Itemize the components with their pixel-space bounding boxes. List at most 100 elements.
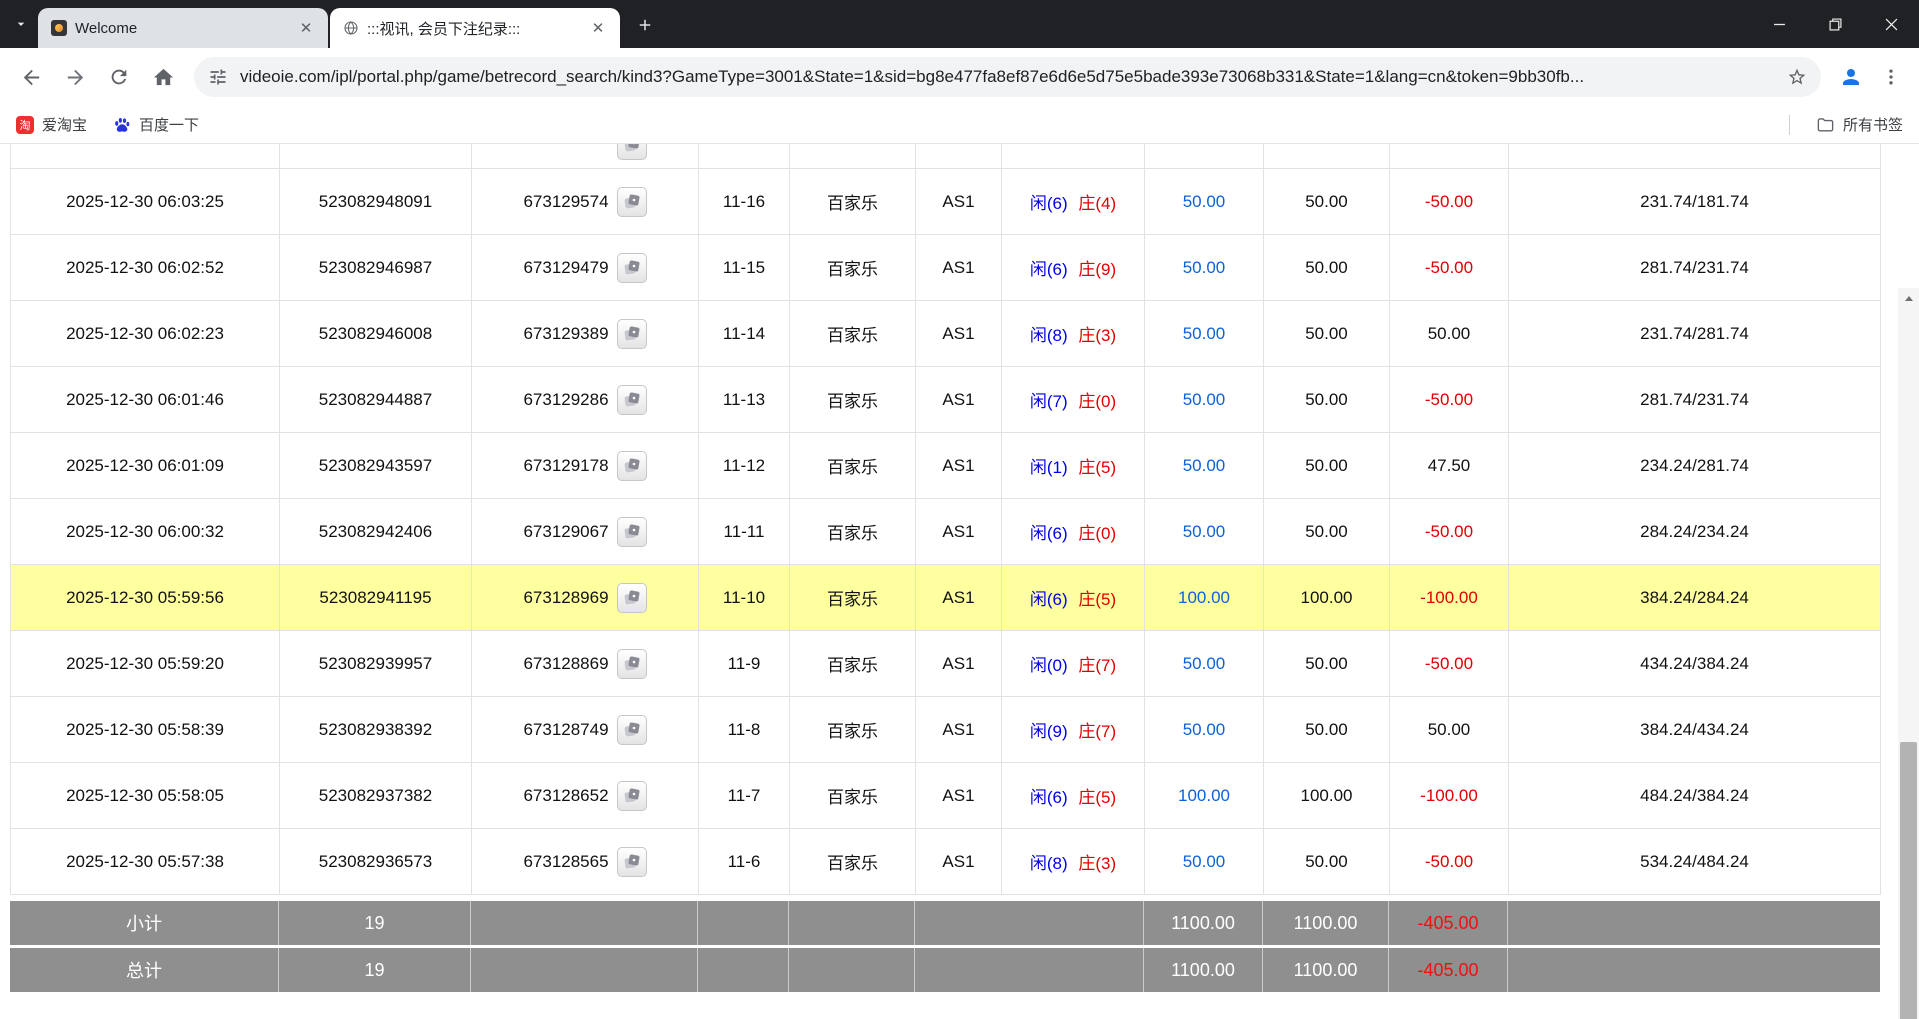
summary-row: 总计 19 1100.00 1100.00 -405.00 (10, 948, 1880, 992)
cell-bet-amount[interactable]: 100.00 (1145, 565, 1264, 631)
cell-round-label: 11-10 (699, 565, 790, 631)
partial-clipped-row (11, 144, 1881, 169)
cell-round-id: 673128565 (472, 829, 699, 895)
player-result: 闲(6) (1030, 788, 1068, 807)
plus-icon (636, 16, 654, 34)
cell-valid-amount: 50.00 (1264, 697, 1390, 763)
cell-order-id: 523082943597 (280, 433, 472, 499)
cell-round-label: 11-11 (699, 499, 790, 565)
close-window-button[interactable] (1863, 0, 1919, 48)
replay-dice-icon-button[interactable] (617, 517, 647, 547)
scrollbar-track[interactable] (1898, 310, 1919, 1019)
cell-bet-amount[interactable]: 50.00 (1145, 631, 1264, 697)
tab-title: Welcome (75, 20, 288, 37)
replay-dice-icon-button[interactable] (617, 781, 647, 811)
all-bookmarks-label: 所有书签 (1843, 114, 1903, 135)
cell-game-name: 百家乐 (790, 235, 916, 301)
cell-round-label: 11-13 (699, 367, 790, 433)
cell-game-name: 百家乐 (790, 565, 916, 631)
cell-valid-amount: 50.00 (1264, 169, 1390, 235)
cell-bet-amount[interactable]: 50.00 (1145, 169, 1264, 235)
all-bookmarks-button[interactable]: 所有书签 (1816, 114, 1903, 135)
player-result: 闲(6) (1030, 260, 1068, 279)
cell-result: 闲(6) 庄(0) (1002, 499, 1145, 565)
cell-order-id: 523082938392 (280, 697, 472, 763)
replay-dice-icon-button[interactable] (617, 649, 647, 679)
minimize-button[interactable] (1751, 0, 1807, 48)
replay-dice-icon-button[interactable] (617, 715, 647, 745)
cell-bet-amount[interactable]: 50.00 (1145, 235, 1264, 301)
round-number: 673129178 (523, 456, 608, 476)
bet-record-row: 2025-12-30 06:02:52 523082946987 6731294… (11, 235, 1881, 301)
cell-bet-amount[interactable]: 50.00 (1145, 829, 1264, 895)
replay-dice-icon-button[interactable] (617, 253, 647, 283)
bookmark-baidu[interactable]: 百度一下 (113, 114, 199, 135)
url-text: videoie.com/ipl/portal.php/game/betrecor… (240, 67, 1775, 87)
back-button[interactable] (10, 56, 52, 98)
bookmark-star-button[interactable] (1787, 67, 1807, 87)
scroll-up-arrow-icon[interactable] (1898, 288, 1919, 310)
scrollbar-thumb[interactable] (1900, 742, 1917, 1019)
bookmark-label: 爱淘宝 (42, 114, 87, 135)
replay-dice-icon-button[interactable] (617, 385, 647, 415)
tab-welcome[interactable]: Welcome ✕ (38, 8, 328, 48)
cell-table-name: AS1 (916, 169, 1002, 235)
tab-search-button[interactable] (4, 4, 38, 44)
cell-bet-time: 2025-12-30 06:02:23 (11, 301, 280, 367)
cell-bet-amount[interactable]: 50.00 (1145, 367, 1264, 433)
cell-round-label: 11-8 (699, 697, 790, 763)
cell-bet-time: 2025-12-30 06:03:25 (11, 169, 280, 235)
cell-game-name: 百家乐 (790, 367, 916, 433)
replay-dice-icon-button[interactable] (617, 144, 647, 160)
chevron-down-icon (13, 16, 29, 32)
cell-result: 闲(7) 庄(0) (1002, 367, 1145, 433)
cell-table-name: AS1 (916, 631, 1002, 697)
replay-dice-icon-button[interactable] (617, 451, 647, 481)
cell-table-name: AS1 (916, 499, 1002, 565)
banker-result: 庄(9) (1078, 260, 1116, 279)
round-number: 673128565 (523, 852, 608, 872)
player-result: 闲(0) (1030, 656, 1068, 675)
reload-icon (108, 66, 130, 88)
bet-record-row: 2025-12-30 06:03:25 523082948091 6731295… (11, 169, 1881, 235)
cell-bet-amount[interactable]: 50.00 (1145, 499, 1264, 565)
profile-avatar-button[interactable] (1831, 57, 1871, 97)
cell-bet-amount[interactable]: 100.00 (1145, 763, 1264, 829)
round-number: 673128652 (523, 786, 608, 806)
tab-close-icon[interactable]: ✕ (588, 18, 608, 38)
cell-round-id: 673129286 (472, 367, 699, 433)
round-number: 673129574 (523, 192, 608, 212)
reload-button[interactable] (98, 56, 140, 98)
vertical-scrollbar[interactable] (1898, 288, 1919, 1019)
dice-icon (623, 655, 641, 673)
banker-result: 庄(5) (1078, 590, 1116, 609)
new-tab-button[interactable] (628, 8, 662, 42)
restore-button[interactable] (1807, 0, 1863, 48)
tab-bet-records[interactable]: :::视讯, 会员下注纪录::: ✕ (330, 8, 620, 48)
navigation-toolbar: videoie.com/ipl/portal.php/game/betrecor… (0, 48, 1919, 106)
cell-table-name: AS1 (916, 235, 1002, 301)
bookmark-taobao[interactable]: 淘 爱淘宝 (16, 114, 87, 135)
folder-icon (1816, 115, 1835, 134)
cell-order-id: 523082941195 (280, 565, 472, 631)
cell-result: 闲(6) 庄(4) (1002, 169, 1145, 235)
forward-button[interactable] (54, 56, 96, 98)
dice-icon (623, 589, 641, 607)
cell-winloss: 50.00 (1390, 301, 1509, 367)
replay-dice-icon-button[interactable] (617, 319, 647, 349)
address-bar[interactable]: videoie.com/ipl/portal.php/game/betrecor… (194, 57, 1821, 97)
summary-winloss-total: -405.00 (1389, 901, 1508, 945)
tab-close-icon[interactable]: ✕ (296, 18, 316, 38)
cell-bet-amount[interactable]: 50.00 (1145, 301, 1264, 367)
home-button[interactable] (142, 56, 184, 98)
replay-dice-icon-button[interactable] (617, 187, 647, 217)
cell-valid-amount: 50.00 (1264, 829, 1390, 895)
player-result: 闲(6) (1030, 524, 1068, 543)
browser-menu-button[interactable] (1873, 57, 1909, 97)
cell-bet-amount[interactable]: 50.00 (1145, 433, 1264, 499)
cell-bet-amount[interactable]: 50.00 (1145, 697, 1264, 763)
replay-dice-icon-button[interactable] (617, 583, 647, 613)
dice-icon (623, 523, 641, 541)
replay-dice-icon-button[interactable] (617, 847, 647, 877)
cell-bet-time: 2025-12-30 05:58:05 (11, 763, 280, 829)
